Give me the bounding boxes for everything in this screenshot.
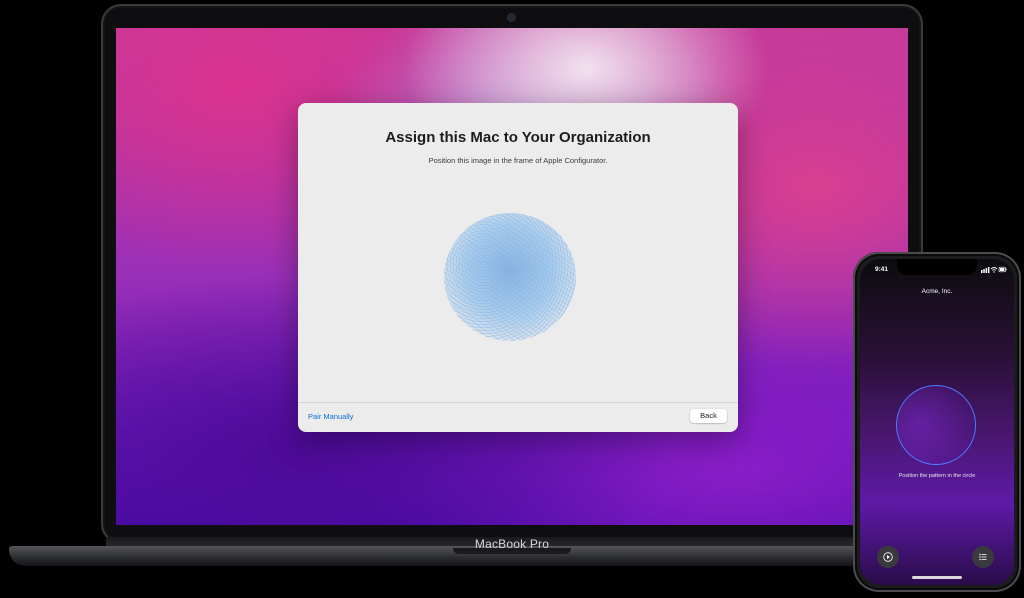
dialog-subtitle: Position this image in the frame of Appl…: [428, 156, 608, 165]
scan-hint: Position the pattern in the circle: [898, 473, 976, 479]
play-icon: [883, 552, 893, 562]
pair-manually-link[interactable]: Pair Manually: [308, 412, 353, 421]
organization-name: Acme, Inc.: [921, 288, 953, 295]
pairing-pattern-image: [444, 213, 576, 341]
signal-wifi-battery-icon: [981, 266, 1007, 273]
scan-target-circle: [896, 385, 976, 465]
setup-assistant-dialog: Assign this Mac to Your Organization Pos…: [298, 103, 738, 432]
play-button[interactable]: [877, 546, 899, 568]
dialog-footer: Pair Manually Back: [298, 402, 738, 432]
phone-clock: 9:41: [875, 266, 889, 273]
list-icon: [979, 553, 987, 561]
iphone-notch: [897, 259, 977, 275]
list-button[interactable]: [972, 546, 994, 568]
back-button[interactable]: Back: [690, 409, 727, 423]
product-scene: Assign this Mac to Your Organization Pos…: [0, 0, 1024, 598]
dialog-title: Assign this Mac to Your Organization: [385, 129, 651, 146]
home-indicator[interactable]: [912, 576, 962, 579]
status-icons: [981, 266, 1007, 275]
camera-icon: [508, 14, 515, 21]
